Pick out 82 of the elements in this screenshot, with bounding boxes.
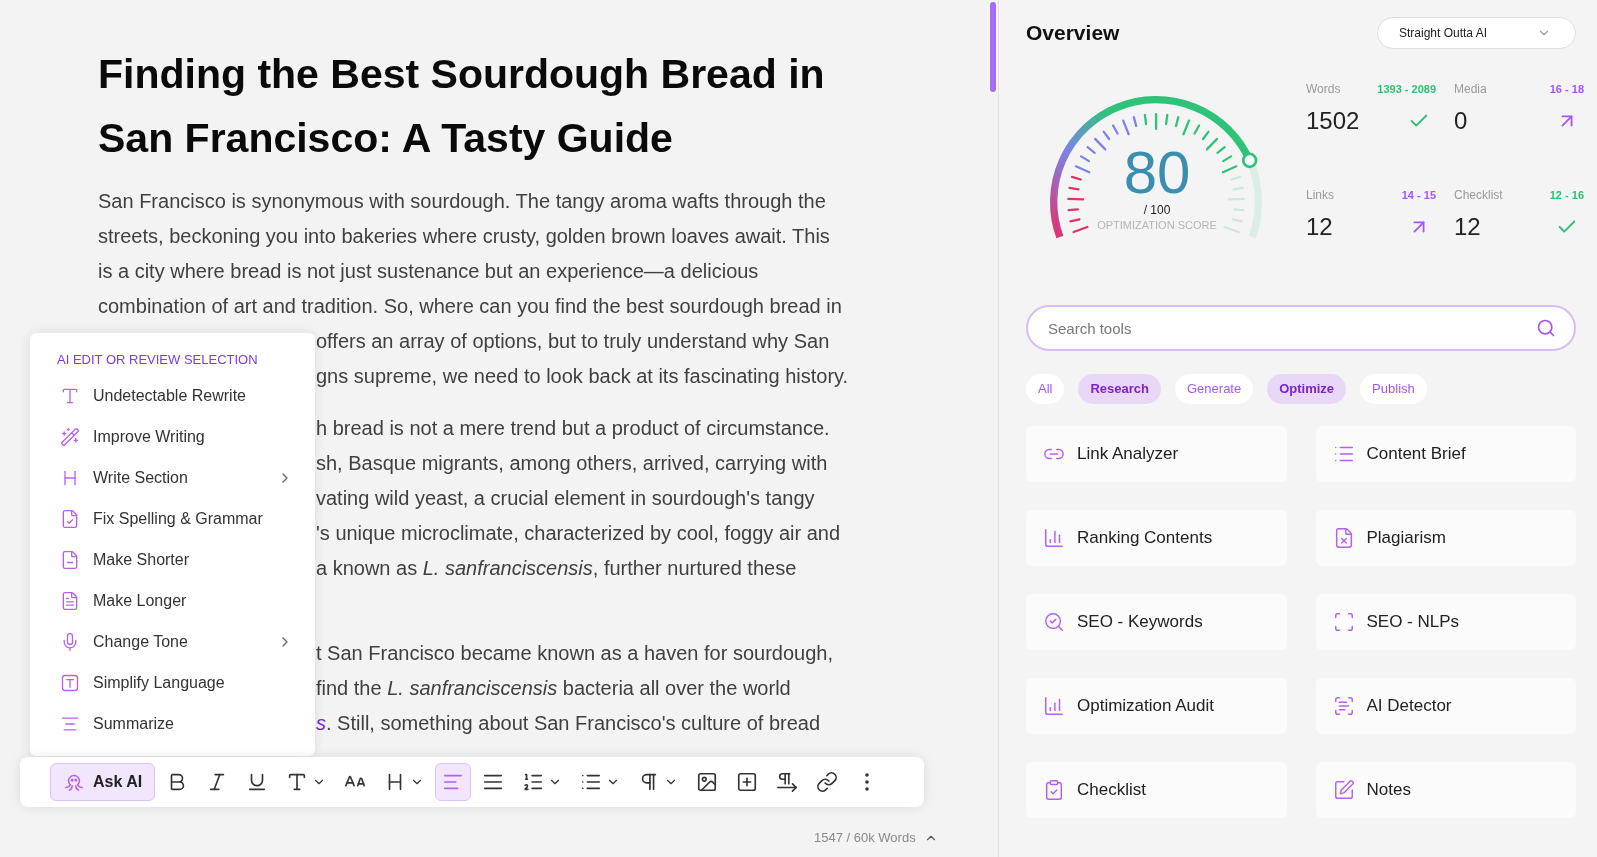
score-value: 80 xyxy=(1123,143,1191,203)
tool-card[interactable]: Plagiarism xyxy=(1315,510,1576,566)
word-count: 1547 / 60k Words xyxy=(814,829,916,847)
menu-item[interactable]: Make Longer xyxy=(30,580,315,621)
stat-range: 12 - 16 xyxy=(1549,187,1584,203)
filter-chip[interactable]: Optimize xyxy=(1267,374,1347,404)
paragraph-line: h bread is not a mere trend but a product of circumstance. xyxy=(316,416,831,441)
paragraph-line: gns supreme, we need to look back at its fascinating history. xyxy=(316,364,850,389)
tool-card[interactable]: Content Brief xyxy=(1315,426,1576,482)
ask-ai-button[interactable]: Ask AI xyxy=(50,763,156,801)
score-max: / 100 xyxy=(1143,203,1171,217)
paragraph-line: streets, beckoning you into bakeries where crusty, golden brown loaves await. This xyxy=(98,224,831,249)
clipboard-check-icon xyxy=(1043,779,1065,801)
paragraph-line: combination of art and tradition. So, where can you find the best sourdough bread in xyxy=(98,294,843,319)
text-square-icon xyxy=(60,672,80,693)
stat-label: Words xyxy=(1306,81,1341,98)
stat-value: 0 xyxy=(1454,106,1468,136)
scan-text-icon xyxy=(1332,695,1355,717)
stat-value: 12 xyxy=(1306,212,1333,242)
stat-range: 14 - 15 xyxy=(1401,187,1436,203)
stat-value: 1502 xyxy=(1306,106,1360,136)
menu-heading: AI EDIT OR REVIEW SELECTION xyxy=(57,351,259,369)
menu-item[interactable]: Change Tone xyxy=(30,621,315,662)
tool-card[interactable]: SEO - Keywords xyxy=(1026,594,1287,650)
menu-item[interactable]: Fix Spelling & Grammar xyxy=(30,498,315,539)
paragraph-direction-icon xyxy=(776,771,799,793)
paragraph-line: a known as L. sanfranciscensis, further nurtured these xyxy=(316,556,798,581)
article-title: Finding the Best Sourdough Bread in San Francisco: A Tasty Guide xyxy=(98,50,825,163)
magic-wand-icon xyxy=(60,426,80,447)
search-trend-icon xyxy=(1043,611,1065,633)
score-caption: OPTIMIZATION SCORE xyxy=(1097,218,1217,233)
stat-label: Checklist xyxy=(1454,187,1503,204)
paragraph-line: find the L. sanfranciscensis bacteria all over the world xyxy=(316,676,792,701)
scrollbar-thumb[interactable] xyxy=(990,2,996,92)
file-check-icon xyxy=(60,508,80,529)
bar-chart-icon xyxy=(1043,527,1065,549)
preset-dropdown[interactable]: Straight Outta AI xyxy=(1377,17,1576,49)
paragraph-line: s. Still, something about San Francisco's culture of bread xyxy=(316,711,822,736)
paragraph-line: is a city where bread is not just sustenance but an experience—a delicious xyxy=(98,259,760,284)
edit-icon xyxy=(1332,779,1355,801)
tool-card[interactable]: Link Analyzer xyxy=(1026,426,1287,482)
paragraph-line: t San Francisco became known as a haven for sourdough, xyxy=(316,641,834,666)
document-icon xyxy=(60,590,80,611)
chart-icon xyxy=(1043,695,1065,717)
tool-card[interactable]: SEO - NLPs xyxy=(1315,594,1576,650)
search-icon xyxy=(1536,318,1556,338)
overview-title: Overview xyxy=(1026,20,1120,47)
image-icon xyxy=(696,771,719,793)
link[interactable]: s xyxy=(316,712,326,734)
menu-item[interactable]: Improve Writing xyxy=(30,416,315,457)
stat-range: 1393 - 2089 xyxy=(1377,81,1436,97)
paragraph-line: sh, Basque migrants, among others, arrived, carrying with xyxy=(316,451,829,476)
menu-item[interactable]: Simplify Language xyxy=(30,662,315,703)
stat-value: 12 xyxy=(1454,212,1481,242)
menu-item[interactable]: Write Section xyxy=(30,457,315,498)
paragraph-line: 's unique microclimate, characterized by cool, foggy air and xyxy=(316,521,842,546)
align-left-button[interactable] xyxy=(435,763,472,801)
paragraph-line: offers an array of options, but to truly understand why San xyxy=(316,329,831,354)
paragraph-line: San Francisco is synonymous with sourdough. The tangy aroma wafts through the xyxy=(98,189,827,214)
paragraph-line: vating wild yeast, a crucial element in sourdough's tangy xyxy=(316,486,816,511)
menu-item[interactable]: Make Shorter xyxy=(30,539,315,580)
stat-range: 16 - 18 xyxy=(1549,81,1584,97)
menu-item[interactable]: Undetectable Rewrite xyxy=(30,375,315,416)
search-field[interactable]: Search tools xyxy=(1026,305,1576,351)
file-minus-icon xyxy=(60,549,80,570)
menu-item[interactable]: Summarize xyxy=(30,703,315,744)
tool-card[interactable]: Notes xyxy=(1315,762,1576,818)
tool-card[interactable]: Optimization Audit xyxy=(1026,678,1287,734)
tool-card[interactable]: Checklist xyxy=(1026,762,1287,818)
filter-chip[interactable]: Generate xyxy=(1175,374,1254,404)
filter-chip[interactable]: All xyxy=(1026,374,1065,404)
link-icon xyxy=(816,771,839,793)
tool-card[interactable]: Ranking Contents xyxy=(1026,510,1287,566)
more-icon xyxy=(865,773,870,791)
filter-chip[interactable]: Research xyxy=(1078,374,1161,404)
filter-chip[interactable]: Publish xyxy=(1360,374,1427,404)
plus-square-icon xyxy=(736,771,759,793)
numbered-list-icon xyxy=(522,771,545,793)
scan-frame-icon xyxy=(1332,611,1355,633)
stat-label: Links xyxy=(1306,187,1334,204)
stat-label: Media xyxy=(1454,81,1487,98)
tool-card[interactable]: AI Detector xyxy=(1315,678,1576,734)
